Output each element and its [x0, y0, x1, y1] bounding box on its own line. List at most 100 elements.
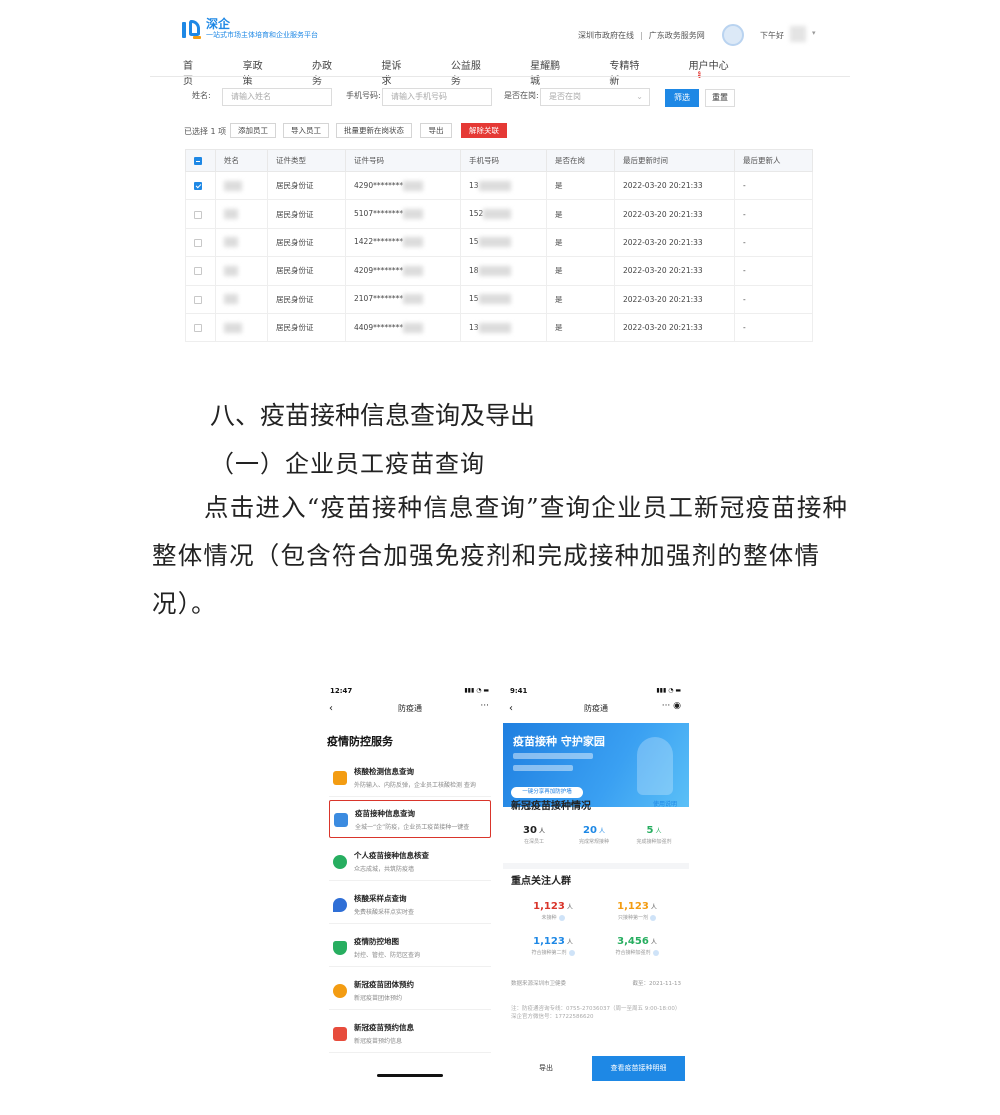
section-paragraph: 点击进入“疫苗接种信息查询”查询企业员工新冠疫苗接种整体情况（包含符合加强免疫剂…	[152, 484, 852, 628]
stat-unit: 人	[650, 939, 657, 946]
phone-input[interactable]: 请输入手机号码	[382, 88, 492, 106]
nav-specialized[interactable]: 专精特新	[609, 57, 648, 87]
section-subheading: （一）企业员工疫苗查询	[210, 450, 485, 478]
back-icon[interactable]: ‹	[329, 703, 333, 714]
service-item-nucleic-test[interactable]: 核酸检测信息查询 外防输入、内防反弹，企业员工核酸检测 查询	[329, 759, 491, 797]
status-icons: ▮▮▮ ◔ ▬	[464, 687, 489, 694]
table-row[interactable]: 居民身份证 4409******** 13 是 2022-03-20 20:21…	[185, 312, 813, 343]
key-stat-second-dose[interactable]: 1,123 人 符合接种第二剂	[513, 936, 593, 956]
service-item-vaccine-query[interactable]: 疫苗接种信息查询 全城一“企”防疫，企业员工疫苗接种一键查	[329, 800, 491, 838]
usage-link[interactable]: 使用说明	[653, 799, 677, 808]
service-item-group-booking[interactable]: 新冠疫苗团体预约 新冠疫苗团体预约	[329, 972, 491, 1010]
info-icon[interactable]	[558, 914, 565, 921]
shenqi-logo-icon	[180, 18, 202, 40]
batch-update-button[interactable]: 批量更新在岗状态	[336, 123, 412, 138]
service-item-sampling-points[interactable]: 核酸采样点查询 免费核酸采样点实时查	[329, 886, 491, 924]
nav-appeal[interactable]: 提诉求	[381, 57, 410, 87]
company-name-redacted	[513, 753, 593, 759]
data-source: 数据来源深圳市卫健委	[511, 981, 567, 987]
stat-value: 3,456	[617, 936, 649, 947]
service-desc: 新冠疫苗预约信息	[354, 1038, 403, 1045]
info-icon[interactable]	[650, 914, 656, 921]
app-header: ‹ 防疫通 ··· ◉	[503, 701, 689, 721]
table-row[interactable]: 居民身份证 1422******** 15 是 2022-03-20 20:21…	[185, 227, 813, 258]
key-stat-booster[interactable]: 3,456 人 符合接种加强剂	[597, 936, 677, 956]
cell-updated: 2022-03-20 20:21:33	[614, 199, 735, 229]
key-stat-unvaccinated[interactable]: 1,123 人 未接种	[513, 901, 593, 921]
stat-value: 5	[646, 825, 654, 836]
top-link-guangdong[interactable]: 广东政务服务网	[649, 31, 705, 40]
nav-home[interactable]: 首页	[183, 57, 203, 87]
stat-value: 1,123	[617, 901, 649, 912]
stat-value: 30	[523, 825, 537, 836]
active-select[interactable]: 是否在岗 ⌄	[540, 88, 650, 106]
cell-phone: 13	[469, 322, 479, 332]
more-icon[interactable]: ··· ◉	[662, 701, 681, 711]
nav-user-center[interactable]: 用户中心4	[689, 57, 810, 87]
top-link-shenzhen[interactable]: 深圳市政府在线	[578, 31, 634, 40]
table-row[interactable]: 居民身份证 4290******** 13 是 2022-03-20 20:21…	[185, 170, 813, 201]
key-stat-first-dose[interactable]: 1,123 人 只接种第一剂	[597, 901, 677, 921]
info-icon[interactable]	[568, 949, 575, 956]
service-item-booking-info[interactable]: 新冠疫苗预约信息 新冠疫苗预约信息	[329, 1015, 491, 1053]
import-employee-button[interactable]: 导入员工	[283, 123, 329, 138]
shield-icon	[333, 941, 347, 955]
id-redacted	[403, 265, 424, 276]
col-id-type: 证件类型	[267, 149, 346, 172]
reset-button[interactable]: 重置	[705, 89, 735, 107]
section-heading: 八、疫苗接种信息查询及导出	[210, 401, 536, 430]
nav-affairs[interactable]: 办政务	[312, 57, 341, 87]
id-redacted	[403, 322, 424, 333]
top-links: 深圳市政府在线 | 广东政务服务网	[578, 31, 705, 40]
select-all-checkbox[interactable]	[194, 157, 202, 165]
avatar[interactable]	[722, 24, 744, 46]
service-desc: 封控、管控、防范区查询	[354, 952, 421, 959]
stat-label: 符合接种加强剂	[615, 950, 651, 956]
row-checkbox[interactable]	[194, 267, 202, 276]
view-details-button[interactable]: 查看疫苗接种明细	[592, 1056, 685, 1081]
info-icon[interactable]	[652, 949, 659, 956]
nav-stars[interactable]: 星耀鹏城	[530, 57, 569, 87]
row-checkbox[interactable]	[194, 324, 202, 333]
export-button[interactable]: 导出	[420, 123, 452, 138]
nav-policy[interactable]: 享政策	[243, 57, 272, 87]
service-title: 新冠疫苗预约信息	[354, 1023, 414, 1032]
cell-id-type: 居民身份证	[267, 227, 346, 258]
col-id-no: 证件号码	[345, 149, 461, 172]
add-employee-button[interactable]: 添加员工	[230, 123, 276, 138]
row-checkbox[interactable]	[194, 238, 202, 247]
nav-public-service[interactable]: 公益服务	[451, 57, 490, 87]
unlink-button[interactable]: 解除关联	[461, 123, 507, 138]
user-greeting: 下午好	[760, 31, 784, 40]
table-row[interactable]: 居民身份证 5107******** 152 是 2022-03-20 20:2…	[185, 199, 813, 229]
name-input[interactable]: 请输入姓名	[222, 88, 332, 106]
name-redacted	[224, 294, 238, 305]
id-redacted	[403, 209, 424, 220]
service-desc: 外防输入、内防反弹，企业员工核酸检测 查询	[354, 782, 476, 789]
status-time: 9:41	[510, 687, 528, 695]
cell-active: 是	[546, 227, 615, 258]
filter-button[interactable]: 筛选	[665, 89, 699, 107]
row-checkbox[interactable]	[194, 210, 202, 219]
table-row[interactable]: 居民身份证 2107******** 15 是 2022-03-20 20:21…	[185, 284, 813, 314]
table-row[interactable]: 居民身份证 4209******** 18 是 2022-03-20 20:21…	[185, 256, 813, 286]
back-icon[interactable]: ‹	[509, 703, 513, 714]
chevron-down-icon[interactable]: ▾	[812, 29, 816, 37]
row-checkbox[interactable]	[194, 182, 202, 191]
brand-logo[interactable]: 深企 一站式市场主体培育和企业服务平台	[180, 18, 318, 40]
service-item-personal-vaccine[interactable]: 个人疫苗接种信息核查 众志成城，共筑防疫墙	[329, 843, 491, 881]
stat-unit: 人	[650, 904, 657, 911]
export-button[interactable]: 导出	[521, 1055, 571, 1081]
row-checkbox[interactable]	[194, 295, 202, 304]
cell-updater: -	[734, 256, 813, 286]
cell-id-type: 居民身份证	[267, 312, 346, 343]
more-icon[interactable]: ···	[480, 701, 489, 711]
phone-redacted	[478, 294, 511, 305]
cell-id-no: 2107********	[354, 294, 404, 304]
stat-label: 只接种第一剂	[617, 915, 648, 921]
col-phone: 手机号码	[460, 149, 547, 172]
service-item-epidemic-map[interactable]: 疫情防控地图 封控、管控、防范区查询	[329, 929, 491, 967]
active-select-value: 是否在岗	[549, 92, 581, 101]
service-section-title: 疫情防控服务	[327, 735, 393, 748]
stat-booster-done: 5人 完成接种加强剂	[625, 825, 683, 845]
